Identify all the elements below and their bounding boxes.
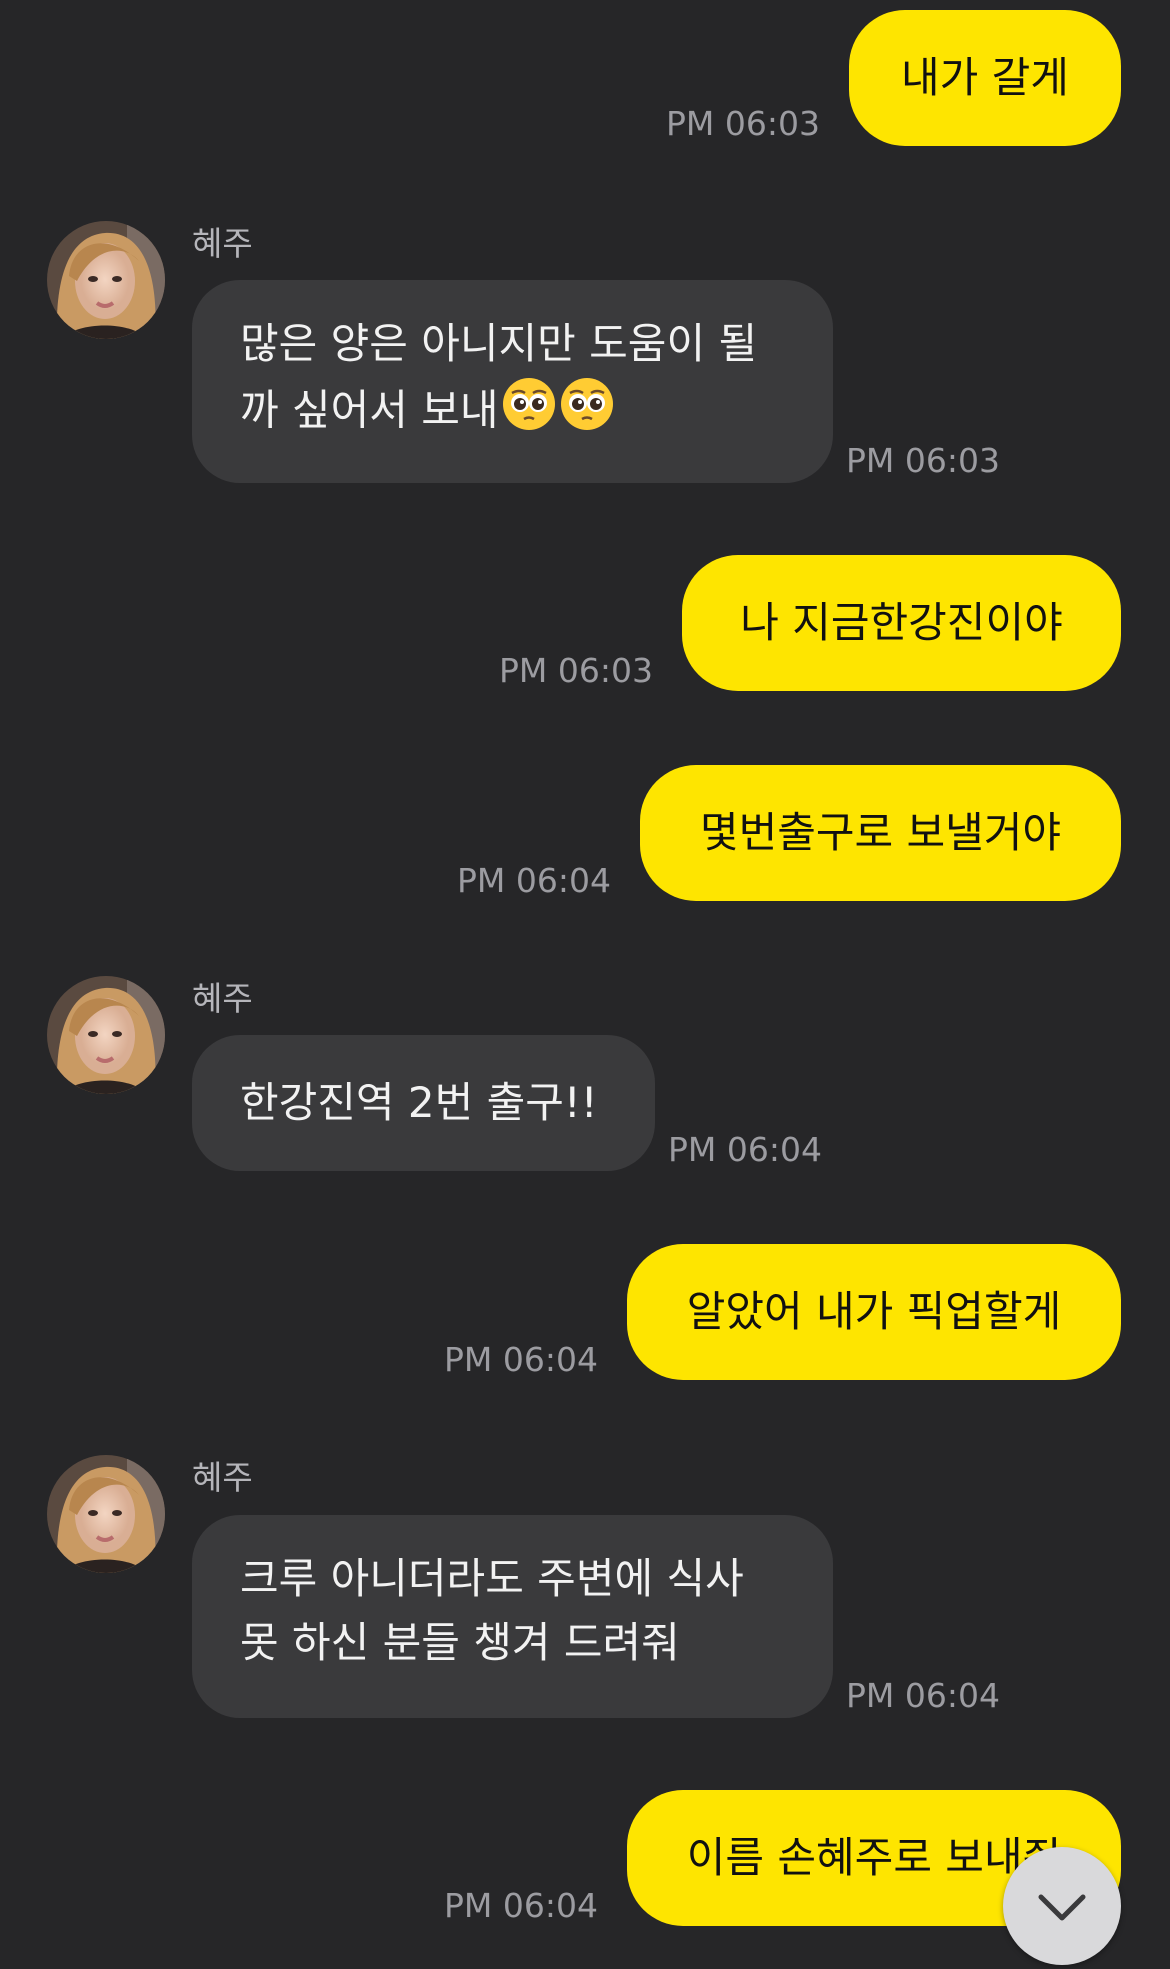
avatar-photo	[47, 221, 165, 339]
message-line: 많은 양은 아니지만 도움이 될	[240, 319, 758, 368]
message-line: 크루 아니더라도 주변에 식사	[240, 1554, 744, 1603]
other-message-bubble[interactable]: 많은 양은 아니지만 도움이 될 까 싶어서 보내	[192, 280, 833, 483]
my-message-bubble[interactable]: 내가 갈게	[849, 10, 1121, 146]
message-time: PM 06:03	[846, 441, 1000, 480]
scroll-to-bottom-button[interactable]	[1003, 1847, 1121, 1965]
message-time: PM 06:03	[666, 104, 820, 143]
my-message-bubble[interactable]: 몇번출구로 보낼거야	[640, 765, 1121, 901]
avatar-photo	[47, 1455, 165, 1573]
chevron-down-icon	[1038, 1894, 1086, 1921]
avatar-photo	[47, 976, 165, 1094]
message-time: PM 06:04	[846, 1676, 1000, 1715]
sender-name: 혜주	[192, 1458, 253, 1497]
message-time: PM 06:03	[499, 651, 653, 690]
message-line-text: 까 싶어서 보내	[240, 385, 499, 435]
pleading-face-emoji	[559, 376, 615, 450]
message-time: PM 06:04	[444, 1340, 598, 1379]
avatar[interactable]	[47, 221, 165, 339]
other-message-bubble[interactable]: 크루 아니더라도 주변에 식사 못 하신 분들 챙겨 드려줘	[192, 1515, 833, 1718]
message-time: PM 06:04	[457, 861, 611, 900]
sender-name: 혜주	[192, 224, 253, 263]
pleading-face-emoji	[501, 376, 557, 450]
message-line: 까 싶어서 보내	[240, 376, 785, 450]
my-message-bubble[interactable]: 나 지금한강진이야	[682, 555, 1121, 691]
sender-name: 혜주	[192, 979, 253, 1018]
avatar[interactable]	[47, 976, 165, 1094]
message-time: PM 06:04	[444, 1886, 598, 1925]
other-message-bubble[interactable]: 한강진역 2번 출구!!	[192, 1035, 655, 1171]
message-line: 못 하신 분들 챙겨 드려줘	[240, 1618, 680, 1667]
avatar[interactable]	[47, 1455, 165, 1573]
message-time: PM 06:04	[668, 1130, 822, 1169]
my-message-bubble[interactable]: 알았어 내가 픽업할게	[627, 1244, 1121, 1380]
